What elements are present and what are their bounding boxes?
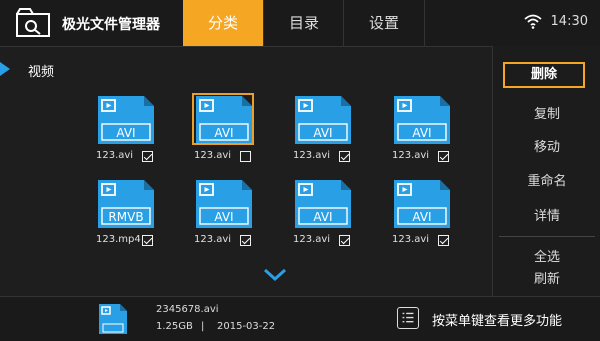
file-checkbox[interactable] — [339, 235, 350, 246]
wifi-icon — [524, 14, 542, 29]
chevron-down-icon[interactable] — [263, 268, 287, 282]
file-checkbox[interactable] — [339, 151, 350, 162]
file-item[interactable]: AVI 123.avi — [392, 180, 454, 258]
refresh-button[interactable]: 刷新 — [493, 268, 600, 287]
file-item[interactable]: RMVB 123.mp4 — [96, 180, 158, 258]
select-all-button[interactable]: 全选 — [493, 246, 600, 265]
file-name: 123.avi — [96, 150, 134, 161]
file-type-label: AVI — [412, 126, 431, 140]
delete-button[interactable]: 删除 — [503, 62, 585, 88]
operation-menu: 删除 复制 移动 重命名 详情 全选 刷新 — [492, 46, 600, 296]
file-checkbox[interactable] — [142, 151, 153, 162]
file-type-label: AVI — [116, 126, 135, 140]
menu-key-icon — [397, 307, 419, 329]
file-name: 123.avi — [293, 150, 331, 161]
file-type-label: AVI — [412, 210, 431, 224]
app-title: 极光文件管理器 — [62, 17, 160, 33]
file-name: 123.avi — [293, 234, 331, 245]
video-file-icon: AVI — [98, 96, 154, 144]
file-name: 123.mp4 — [96, 234, 141, 245]
section-marker-icon — [0, 62, 10, 76]
file-name: 123.avi — [194, 150, 232, 161]
copy-button[interactable]: 复制 — [493, 103, 600, 122]
file-item[interactable]: AVI 123.avi — [293, 96, 355, 174]
top-bar: 极光文件管理器 分类 目录 设置 14:30 — [0, 0, 600, 47]
video-file-icon: AVI — [295, 180, 351, 228]
file-name: 123.avi — [194, 234, 232, 245]
video-file-icon: AVI — [295, 96, 351, 144]
video-file-icon: AVI — [196, 180, 252, 228]
video-file-icon: RMVB — [98, 180, 154, 228]
file-item[interactable]: AVI 123.avi — [192, 93, 256, 174]
file-checkbox[interactable] — [438, 151, 449, 162]
file-checkbox[interactable] — [240, 151, 251, 162]
selected-file-size: 1.25GB — [156, 321, 193, 332]
clock: 14:30 — [550, 14, 588, 29]
file-checkbox[interactable] — [240, 235, 251, 246]
menu-divider — [499, 236, 595, 237]
rename-button[interactable]: 重命名 — [493, 170, 600, 189]
details-button[interactable]: 详情 — [493, 205, 600, 224]
selected-file-date: 2015-03-22 — [217, 321, 276, 332]
file-type-label: AVI — [313, 126, 332, 140]
file-manager-icon — [16, 8, 50, 37]
video-file-icon — [99, 304, 127, 334]
info-separator: | — [201, 321, 205, 332]
file-type-label: AVI — [214, 210, 233, 224]
file-item[interactable]: AVI 123.avi — [194, 180, 256, 258]
bottom-bar: 2345678.avi 1.25GB | 2015-03-22 按菜单键查看更多… — [0, 296, 600, 341]
tab-directory[interactable]: 目录 — [263, 0, 344, 46]
video-file-icon: AVI — [394, 180, 450, 228]
video-file-icon: AVI — [394, 96, 450, 144]
file-type-label: RMVB — [108, 210, 143, 224]
file-type-label: AVI — [313, 210, 332, 224]
tab-settings[interactable]: 设置 — [343, 0, 425, 46]
focus-frame — [192, 93, 254, 145]
file-checkbox[interactable] — [142, 235, 153, 246]
file-item[interactable]: AVI 123.avi — [392, 96, 454, 174]
file-name: 123.avi — [392, 234, 430, 245]
file-checkbox[interactable] — [438, 235, 449, 246]
file-name: 123.avi — [392, 150, 430, 161]
file-item[interactable]: AVI 123.avi — [96, 96, 158, 174]
selected-file-name: 2345678.avi — [156, 304, 219, 315]
move-button[interactable]: 移动 — [493, 136, 600, 155]
file-item[interactable]: AVI 123.avi — [293, 180, 355, 258]
tab-category[interactable]: 分类 — [183, 0, 263, 46]
menu-hint: 按菜单键查看更多功能 — [432, 314, 563, 329]
section-title: 视频 — [28, 65, 55, 80]
